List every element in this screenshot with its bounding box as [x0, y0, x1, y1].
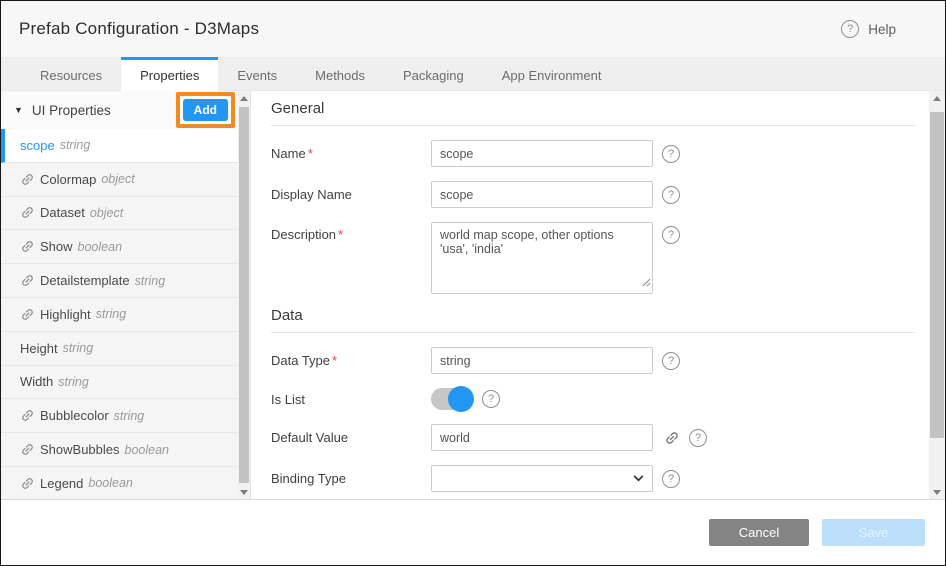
required-asterisk: * [332, 353, 337, 368]
display-name-help-icon[interactable]: ? [662, 186, 680, 204]
tab-app-environment[interactable]: App Environment [483, 57, 621, 90]
sidebar-item-width[interactable]: Width string [1, 366, 238, 400]
display-name-label: Display Name [271, 187, 352, 202]
collapse-caret-icon[interactable]: ▼ [14, 105, 23, 115]
tab-methods[interactable]: Methods [296, 57, 384, 90]
display-name-input[interactable] [431, 181, 653, 208]
link-icon [20, 476, 35, 491]
main-scrollbar-thumb[interactable] [930, 112, 944, 438]
add-property-button[interactable]: Add [183, 99, 228, 121]
tab-bar: ResourcesPropertiesEventsMethodsPackagin… [1, 57, 945, 91]
sidebar-item-height[interactable]: Height string [1, 332, 238, 366]
scroll-down-icon[interactable] [238, 485, 250, 499]
dialog-body: ▼ UI Properties Add scope string Colorma… [1, 91, 945, 499]
required-asterisk: * [308, 146, 313, 161]
save-button[interactable]: Save [822, 519, 925, 546]
field-row-data-type: Data Type* ? [271, 347, 915, 374]
property-list: scope string Colormap object Dataset obj… [1, 129, 238, 499]
link-icon [20, 442, 35, 457]
required-asterisk: * [338, 227, 343, 242]
is-list-label: Is List [271, 392, 305, 407]
help-button[interactable]: ? Help [841, 20, 896, 38]
link-icon [20, 239, 35, 254]
sidebar-scrollbar-thumb[interactable] [239, 107, 249, 483]
is-list-toggle[interactable] [431, 388, 473, 410]
binding-type-label: Binding Type [271, 471, 346, 486]
bind-variable-link-icon[interactable] [664, 430, 680, 446]
property-form: General Name* ? Display Name [251, 91, 929, 499]
link-icon [20, 307, 35, 322]
data-type-help-icon[interactable]: ? [662, 352, 680, 370]
page-title: Prefab Configuration - D3Maps [19, 19, 259, 39]
help-label: Help [868, 22, 896, 37]
scroll-up-icon[interactable] [929, 91, 945, 105]
sidebar-item-scope[interactable]: scope string [1, 129, 238, 163]
properties-sidebar: ▼ UI Properties Add scope string Colorma… [1, 91, 251, 499]
field-row-binding-type: Binding Type ? [271, 465, 915, 492]
sidebar-item-highlight[interactable]: Highlight string [1, 298, 238, 332]
name-help-icon[interactable]: ? [662, 145, 680, 163]
help-icon: ? [841, 20, 859, 38]
annotation-highlight-box: Add [176, 92, 235, 128]
scroll-down-icon[interactable] [929, 485, 945, 499]
description-help-icon[interactable]: ? [662, 226, 680, 244]
sidebar-item-detailstemplate[interactable]: Detailstemplate string [1, 264, 238, 298]
description-textarea[interactable]: world map scope, other options 'usa', 'i… [431, 222, 653, 294]
name-label: Name [271, 146, 306, 161]
section-title-general: General [271, 100, 915, 126]
sidebar-scrollbar[interactable] [238, 91, 250, 499]
cancel-button[interactable]: Cancel [709, 519, 809, 546]
main-scrollbar[interactable] [929, 91, 945, 499]
is-list-help-icon[interactable]: ? [482, 390, 500, 408]
description-label: Description [271, 227, 336, 242]
title-bar: Prefab Configuration - D3Maps ? Help [1, 1, 945, 57]
sidebar-title: UI Properties [32, 103, 111, 118]
tab-packaging[interactable]: Packaging [384, 57, 483, 90]
field-row-is-list: Is List ? [271, 388, 915, 410]
sidebar-item-colormap[interactable]: Colormap object [1, 163, 238, 197]
sidebar-item-dataset[interactable]: Dataset object [1, 197, 238, 231]
link-icon [20, 273, 35, 288]
sidebar-item-show[interactable]: Show boolean [1, 230, 238, 264]
sidebar-item-bubblecolor[interactable]: Bubblecolor string [1, 399, 238, 433]
field-row-display-name: Display Name ? [271, 181, 915, 208]
toggle-knob [448, 386, 474, 412]
default-value-help-icon[interactable]: ? [689, 429, 707, 447]
sidebar-item-legend[interactable]: Legend boolean [1, 467, 238, 499]
field-row-name: Name* ? [271, 140, 915, 167]
field-row-default-value: Default Value ? [271, 424, 915, 451]
prefab-configuration-dialog: Prefab Configuration - D3Maps ? Help Res… [0, 0, 946, 566]
sidebar-item-showbubbles[interactable]: ShowBubbles boolean [1, 433, 238, 467]
default-value-label: Default Value [271, 430, 348, 445]
tab-resources[interactable]: Resources [21, 57, 121, 90]
main-panel: General Name* ? Display Name [251, 91, 945, 499]
section-title-data: Data [271, 307, 915, 333]
name-input[interactable] [431, 140, 653, 167]
sidebar-header: ▼ UI Properties Add [1, 91, 238, 129]
field-row-description: Description* world map scope, other opti… [271, 222, 915, 294]
binding-type-help-icon[interactable]: ? [662, 470, 680, 488]
tab-properties[interactable]: Properties [121, 57, 218, 91]
link-icon [20, 172, 35, 187]
dialog-footer: Cancel Save [1, 499, 945, 565]
scroll-up-icon[interactable] [238, 91, 250, 105]
data-type-label: Data Type [271, 353, 330, 368]
chevron-down-icon [633, 475, 644, 482]
tab-events[interactable]: Events [218, 57, 296, 90]
link-icon [20, 205, 35, 220]
binding-type-select[interactable] [431, 465, 653, 492]
link-icon [20, 408, 35, 423]
data-type-input[interactable] [431, 347, 653, 374]
default-value-input[interactable] [431, 424, 653, 451]
